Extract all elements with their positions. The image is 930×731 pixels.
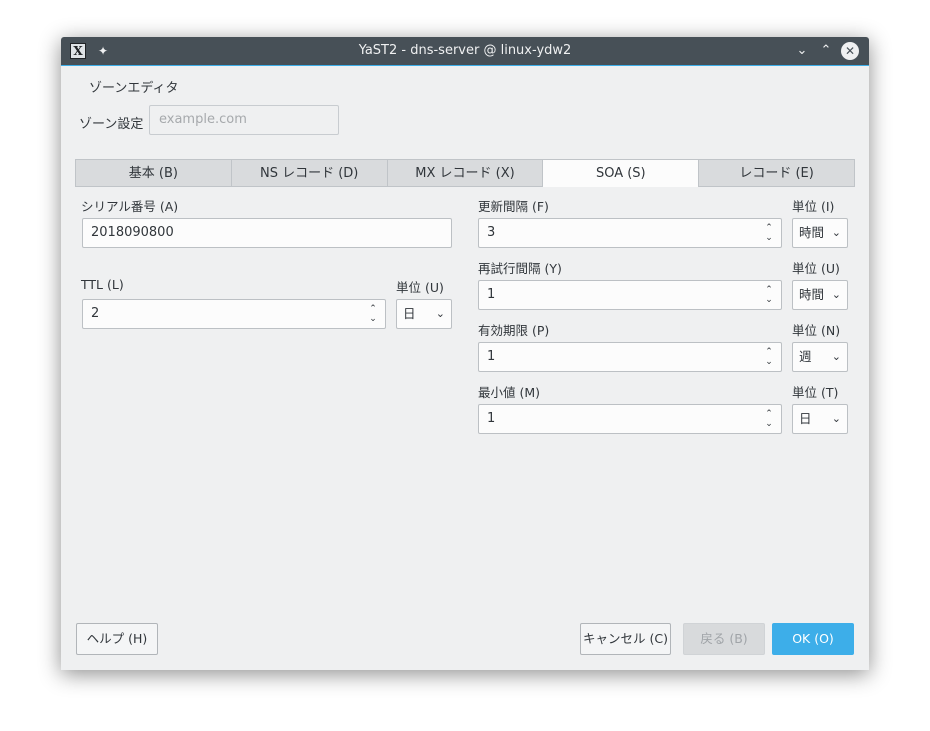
tab-soa[interactable]: SOA (S) xyxy=(543,159,700,188)
cancel-button[interactable]: キャンセル (C) xyxy=(580,623,671,655)
retry-value: 1 xyxy=(487,287,496,302)
ok-button[interactable]: OK (O) xyxy=(772,623,854,655)
minimum-spinbox[interactable]: 1 ⌃ ⌄ xyxy=(478,404,782,434)
refresh-unit-label: 単位 (I) xyxy=(792,199,835,214)
chevron-up-icon: ⌃ xyxy=(820,43,832,58)
zone-settings-label: ゾーン設定 xyxy=(79,117,144,132)
ttl-unit-label: 単位 (U) xyxy=(396,280,444,295)
refresh-label: 更新間隔 (F) xyxy=(478,199,549,214)
chevron-down-icon: ⌄ xyxy=(435,307,445,320)
zone-settings-input[interactable]: example.com xyxy=(149,105,339,135)
tab-basic[interactable]: 基本 (B) xyxy=(75,159,232,187)
ttl-spinbox[interactable]: 2 ⌃ ⌄ xyxy=(82,299,386,329)
tab-mx-records[interactable]: MX レコード (X) xyxy=(387,159,544,187)
close-button[interactable]: ✕ xyxy=(841,42,859,60)
maximize-button[interactable]: ⌃ xyxy=(817,42,835,60)
expire-spinbox[interactable]: 1 ⌃ ⌄ xyxy=(478,342,782,372)
retry-unit-label: 単位 (U) xyxy=(792,261,840,276)
retry-unit-value: 時間 xyxy=(799,287,825,302)
serial-input[interactable]: 2018090800 xyxy=(82,218,452,248)
refresh-value: 3 xyxy=(487,225,496,240)
ttl-label: TTL (L) xyxy=(81,277,124,292)
chevron-down-icon: ⌄ xyxy=(831,288,841,301)
ttl-unit-value: 日 xyxy=(403,306,416,321)
chevron-down-icon: ⌄ xyxy=(831,350,841,363)
spin-arrows-icon[interactable]: ⌃ ⌄ xyxy=(763,409,775,429)
ttl-value: 2 xyxy=(91,306,100,321)
back-button[interactable]: 戻る (B) xyxy=(683,623,765,655)
window-title: YaST2 - dns-server @ linux-ydw2 xyxy=(358,43,572,58)
help-button[interactable]: ヘルプ (H) xyxy=(76,623,158,655)
close-icon: ✕ xyxy=(844,44,856,58)
retry-unit-select[interactable]: 時間 ⌄ xyxy=(792,280,848,310)
expire-label: 有効期限 (P) xyxy=(478,323,550,338)
chevron-down-icon: ⌄ xyxy=(831,412,841,425)
refresh-spinbox[interactable]: 3 ⌃ ⌄ xyxy=(478,218,782,248)
refresh-unit-value: 時間 xyxy=(799,225,825,240)
tab-records[interactable]: レコード (E) xyxy=(699,159,855,187)
expire-unit-value: 週 xyxy=(799,349,812,364)
spin-arrows-icon[interactable]: ⌃ ⌄ xyxy=(763,285,775,305)
expire-unit-select[interactable]: 週 ⌄ xyxy=(792,342,848,372)
refresh-unit-select[interactable]: 時間 ⌄ xyxy=(792,218,848,248)
section-title: ゾーンエディタ xyxy=(89,81,179,96)
spin-arrows-icon[interactable]: ⌃ ⌄ xyxy=(367,304,379,324)
tab-ns-records[interactable]: NS レコード (D) xyxy=(231,159,388,187)
minimize-button[interactable]: ⌄ xyxy=(793,42,811,60)
expire-value: 1 xyxy=(487,349,496,364)
retry-label: 再試行間隔 (Y) xyxy=(478,261,562,276)
minimum-unit-value: 日 xyxy=(799,411,812,426)
soa-tab-panel: シリアル番号 (A) 2018090800 TTL (L) 単位 (U) 2 ⌃… xyxy=(75,187,855,607)
dialog-window: X ✦ YaST2 - dns-server @ linux-ydw2 ⌄ ⌃ … xyxy=(61,37,869,670)
serial-label: シリアル番号 (A) xyxy=(81,199,179,214)
spin-arrows-icon[interactable]: ⌃ ⌄ xyxy=(763,347,775,367)
retry-spinbox[interactable]: 1 ⌃ ⌄ xyxy=(478,280,782,310)
minimum-unit-label: 単位 (T) xyxy=(792,385,839,400)
minimum-unit-select[interactable]: 日 ⌄ xyxy=(792,404,848,434)
expire-unit-label: 単位 (N) xyxy=(792,323,841,338)
ttl-unit-select[interactable]: 日 ⌄ xyxy=(396,299,452,329)
minimum-label: 最小値 (M) xyxy=(478,385,541,400)
spin-arrows-icon[interactable]: ⌃ ⌄ xyxy=(763,223,775,243)
chevron-down-icon: ⌄ xyxy=(796,43,808,58)
chevron-down-icon: ⌄ xyxy=(831,226,841,239)
title-bar[interactable]: X ✦ YaST2 - dns-server @ linux-ydw2 ⌄ ⌃ … xyxy=(61,37,869,66)
minimum-value: 1 xyxy=(487,411,496,426)
tab-bar: 基本 (B) NS レコード (D) MX レコード (X) SOA (S) レ… xyxy=(75,159,855,188)
